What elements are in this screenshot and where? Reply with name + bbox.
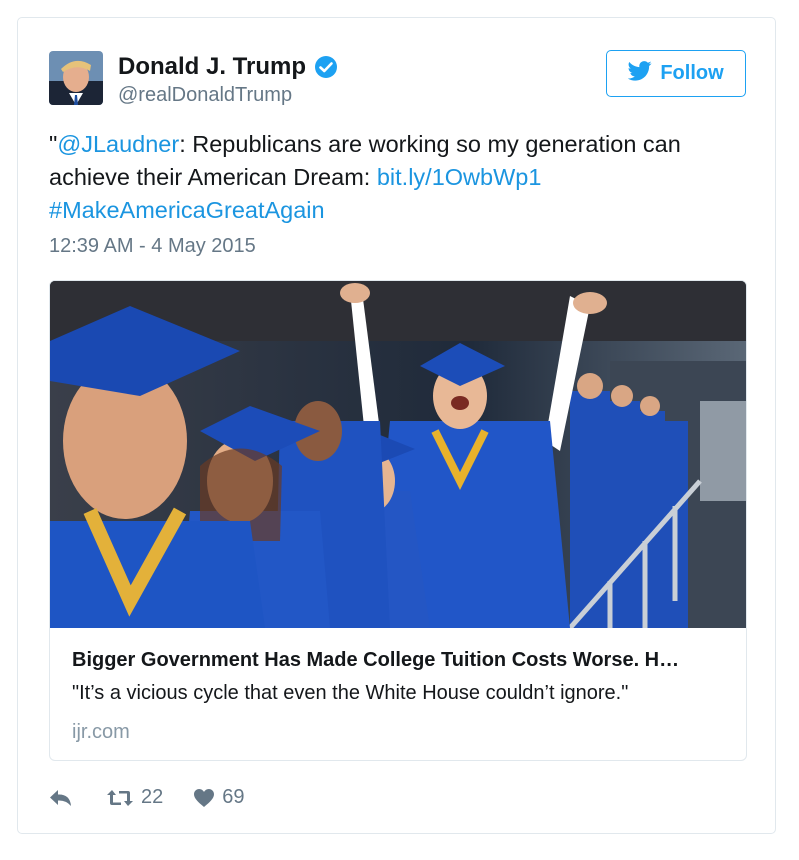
card-title[interactable]: Bigger Government Has Made College Tuiti…	[72, 649, 732, 672]
avatar-image	[49, 51, 103, 105]
tweet-text: "@JLaudner: Republicans are working so m…	[49, 128, 749, 227]
link-card[interactable]: Bigger Government Has Made College Tuiti…	[49, 280, 747, 761]
tweet-card: Donald J. Trump @realDonaldTrump Follow …	[17, 17, 776, 834]
user-handle[interactable]: @realDonaldTrump	[118, 84, 292, 107]
display-name[interactable]: Donald J. Trump	[118, 53, 306, 81]
avatar[interactable]	[49, 51, 103, 105]
reply-icon	[49, 789, 73, 807]
retweet-icon	[106, 788, 134, 808]
card-domain: ijr.com	[72, 721, 130, 743]
hashtag-link[interactable]: #MakeAmericaGreatAgain	[49, 197, 325, 223]
retweet-button[interactable]: 22	[106, 786, 163, 809]
mention-link[interactable]: @JLaudner	[57, 131, 179, 157]
timestamp[interactable]: 12:39 AM - 4 May 2015	[49, 235, 256, 258]
retweet-count: 22	[141, 786, 164, 808]
like-count: 69	[222, 786, 245, 808]
card-description: "It’s a vicious cycle that even the Whit…	[72, 682, 629, 704]
follow-label: Follow	[660, 62, 724, 84]
twitter-bird-icon	[627, 60, 652, 87]
card-image[interactable]	[50, 281, 746, 628]
action-bar: 22 69	[49, 786, 245, 809]
heart-icon	[193, 788, 215, 808]
url-link[interactable]: bit.ly/1OwbWp1	[377, 164, 542, 190]
name-row: Donald J. Trump	[118, 53, 338, 81]
verified-badge-icon	[314, 55, 338, 79]
graduation-photo	[50, 281, 746, 628]
like-button[interactable]: 69	[193, 786, 245, 809]
reply-button[interactable]	[49, 789, 73, 807]
follow-button[interactable]: Follow	[606, 50, 746, 97]
